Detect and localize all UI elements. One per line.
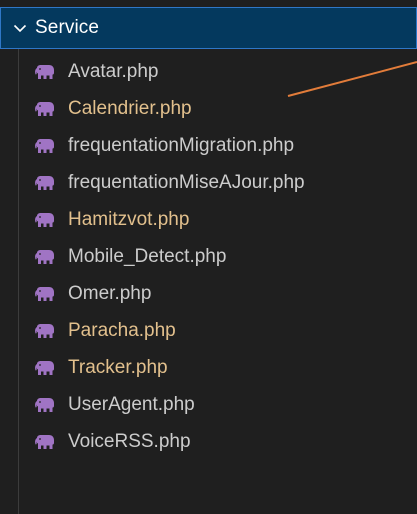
file-list: Avatar.php Calendrier.php frequentationM… <box>0 53 417 460</box>
file-item[interactable]: UserAgent.php <box>0 386 417 423</box>
php-elephant-icon <box>33 63 57 81</box>
php-elephant-icon <box>33 137 57 155</box>
file-name: Avatar.php <box>68 60 159 82</box>
file-item[interactable]: Avatar.php <box>0 53 417 90</box>
chevron-down-icon[interactable] <box>11 19 29 37</box>
file-name: VoiceRSS.php <box>68 430 191 452</box>
php-elephant-icon <box>33 174 57 192</box>
php-elephant-icon <box>33 359 57 377</box>
php-elephant-icon <box>33 285 57 303</box>
file-item[interactable]: frequentationMigration.php <box>0 127 417 164</box>
file-item[interactable]: frequentationMiseAJour.php <box>0 164 417 201</box>
file-name: Omer.php <box>68 282 152 304</box>
file-item[interactable]: Calendrier.php <box>0 90 417 127</box>
file-name: frequentationMigration.php <box>68 134 295 156</box>
file-item[interactable]: Hamitzvot.php <box>0 201 417 238</box>
php-elephant-icon <box>33 248 57 266</box>
folder-service[interactable]: Service <box>0 7 417 49</box>
file-explorer: Service Avatar.php Calendrier.php freque… <box>0 0 417 514</box>
file-name: UserAgent.php <box>68 393 195 415</box>
php-elephant-icon <box>33 433 57 451</box>
file-item[interactable]: Omer.php <box>0 275 417 312</box>
file-item[interactable]: Mobile_Detect.php <box>0 238 417 275</box>
php-elephant-icon <box>33 396 57 414</box>
file-name: Hamitzvot.php <box>68 208 190 230</box>
file-item[interactable]: Paracha.php <box>0 312 417 349</box>
file-item[interactable]: Tracker.php <box>0 349 417 386</box>
file-name: Mobile_Detect.php <box>68 245 227 267</box>
file-name: frequentationMiseAJour.php <box>68 171 305 193</box>
php-elephant-icon <box>33 100 57 118</box>
file-name: Paracha.php <box>68 319 176 341</box>
file-name: Calendrier.php <box>68 97 192 119</box>
folder-label: Service <box>35 17 100 38</box>
file-item[interactable]: VoiceRSS.php <box>0 423 417 460</box>
file-name: Tracker.php <box>68 356 168 378</box>
php-elephant-icon <box>33 322 57 340</box>
php-elephant-icon <box>33 211 57 229</box>
